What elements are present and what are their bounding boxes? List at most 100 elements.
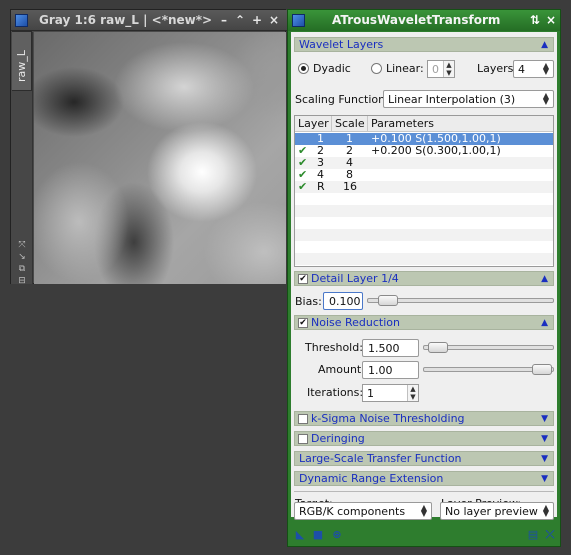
collapse-icon[interactable]: ▲ — [541, 316, 548, 330]
scaling-function-select[interactable]: Linear Interpolation (3) ▲ ▼ — [383, 90, 554, 108]
dialog-footer: ◣ ■ ⊕ ▤ ⤫ — [291, 528, 557, 544]
process-dialog: ATrousWaveletTransform ⇅ × Wavelet Layer… — [287, 9, 561, 547]
layers-label: Layers: — [477, 62, 518, 75]
amount-input[interactable]: 1.00 — [362, 361, 419, 379]
linear-spinbox[interactable]: 0 ▲ ▼ — [427, 60, 455, 78]
image-window-titlebar[interactable]: Gray 1:6 raw_L | <*new*> – ⌃ + × — [11, 10, 287, 31]
apply-icon[interactable]: ■ — [312, 529, 324, 541]
expand-icon[interactable]: ▼ — [541, 472, 548, 486]
section-deringing[interactable]: Deringing ▼ — [294, 431, 554, 446]
ksigma-checkbox[interactable] — [298, 414, 308, 424]
expand-icon[interactable]: ▼ — [541, 412, 548, 426]
noise-reduction-checkbox[interactable]: ✔ — [298, 318, 308, 328]
frame-icon[interactable]: ⊟ — [17, 276, 27, 286]
linear-label: Linear: — [386, 62, 424, 75]
iterations-value: 1 — [367, 387, 374, 400]
dialog-titlebar[interactable]: ATrousWaveletTransform ⇅ × — [288, 10, 560, 31]
threshold-slider-handle[interactable] — [428, 342, 448, 353]
divider — [294, 491, 554, 492]
threshold-input[interactable]: 1.500 — [362, 339, 419, 357]
empty-row — [295, 229, 553, 241]
column-header-scale[interactable]: Scale — [332, 116, 368, 132]
section-noise-reduction[interactable]: ✔ Noise Reduction ▲ — [294, 315, 554, 330]
dyadic-label: Dyadic — [313, 62, 351, 75]
linear-value: 0 — [432, 63, 439, 76]
layer-preview-value: No layer preview — [445, 505, 538, 518]
dialog-app-icon — [292, 14, 305, 27]
reset-icon[interactable]: ⤫ — [544, 529, 556, 541]
threshold-label: Threshold: — [305, 341, 363, 354]
shade-icon[interactable]: ⌃ — [233, 13, 247, 27]
table-row[interactable]: ✔ 2 2 +0.200 S(0.300,1.00,1) — [295, 145, 553, 157]
dyadic-radio[interactable] — [298, 63, 309, 74]
bias-label: Bias: — [295, 295, 322, 308]
section-dynamic-range[interactable]: Dynamic Range Extension ▼ — [294, 471, 554, 486]
scaling-function-label: Scaling Function: — [295, 93, 389, 106]
column-header-layer[interactable]: Layer — [295, 116, 332, 132]
section-wavelet-layers[interactable]: Wavelet Layers ▲ — [294, 37, 554, 52]
close-icon[interactable]: × — [267, 13, 281, 27]
collapse-icon[interactable]: ▲ — [541, 38, 548, 52]
new-instance-icon[interactable]: ◣ — [294, 529, 306, 541]
maximize-icon[interactable]: + — [250, 13, 264, 27]
target-value: RGB/K components — [299, 505, 406, 518]
dialog-title: ATrousWaveletTransform — [332, 13, 501, 27]
amount-slider-handle[interactable] — [532, 364, 552, 375]
updown-icon: ▲ ▼ — [542, 61, 549, 76]
threshold-value: 1.500 — [368, 342, 400, 355]
expand-icon[interactable]: ▼ — [541, 452, 548, 466]
section-title: Deringing — [311, 432, 365, 445]
section-ksigma[interactable]: k-Sigma Noise Thresholding ▼ — [294, 411, 554, 426]
window-app-icon — [15, 14, 28, 27]
row-scale: 16 — [343, 180, 357, 193]
iterations-spinbox[interactable]: 1 ▲ ▼ — [362, 384, 419, 402]
table-row[interactable]: ✔ 3 4 — [295, 157, 553, 169]
bias-slider-handle[interactable] — [378, 295, 398, 306]
spin-arrows-icon[interactable]: ▲ ▼ — [407, 385, 418, 401]
bias-value: 0.100 — [329, 295, 361, 308]
spin-arrows-icon[interactable]: ▲ ▼ — [443, 61, 454, 77]
section-title: k-Sigma Noise Thresholding — [311, 412, 465, 425]
updown-icon: ▲ ▼ — [420, 503, 427, 518]
empty-row — [295, 241, 553, 253]
section-title: Wavelet Layers — [299, 38, 384, 51]
section-title: Dynamic Range Extension — [299, 472, 444, 485]
deringing-checkbox[interactable] — [298, 434, 308, 444]
collapse-icon[interactable]: ▲ — [541, 272, 548, 286]
view-tab-raw-l[interactable]: raw_L — [12, 31, 32, 91]
documentation-icon[interactable]: ▤ — [527, 529, 539, 541]
table-row[interactable]: ✔ R 16 — [295, 181, 553, 193]
target-select[interactable]: RGB/K components ▲ ▼ — [294, 502, 432, 520]
link-icon[interactable]: ⧉ — [17, 264, 27, 274]
view-tab-label: raw_L — [15, 50, 28, 82]
empty-row — [295, 193, 553, 205]
updown-icon: ▲ ▼ — [542, 91, 549, 106]
table-row[interactable]: ✔ 4 8 — [295, 169, 553, 181]
layer-preview-select[interactable]: No layer preview ▲ ▼ — [440, 502, 554, 520]
close-icon[interactable]: × — [544, 13, 558, 27]
scaling-function-value: Linear Interpolation (3) — [388, 93, 516, 106]
linear-radio[interactable] — [371, 63, 382, 74]
arrow-icon[interactable]: ↘ — [17, 252, 27, 262]
shade-icon[interactable]: ⇅ — [528, 13, 542, 27]
expand-icon[interactable]: ▼ — [541, 432, 548, 446]
detail-layer-checkbox[interactable]: ✔ — [298, 274, 308, 284]
image-canvas[interactable] — [34, 32, 286, 284]
section-detail-layer[interactable]: ✔ Detail Layer 1/4 ▲ — [294, 271, 554, 286]
empty-row — [295, 253, 553, 265]
amount-value: 1.00 — [368, 364, 393, 377]
enabled-check-icon[interactable]: ✔ — [298, 181, 307, 193]
column-header-parameters[interactable]: Parameters — [368, 116, 553, 132]
real-time-preview-icon[interactable]: ⊕ — [331, 529, 343, 541]
section-title: Large-Scale Transfer Function — [299, 452, 462, 465]
section-title: Detail Layer 1/4 — [311, 272, 399, 285]
dialog-body: Wavelet Layers ▲ Dyadic Linear: 0 ▲ ▼ Lay… — [291, 32, 557, 517]
row-params: +0.200 S(0.300,1.00,1) — [371, 144, 501, 157]
layers-select[interactable]: 4 ▲ ▼ — [513, 60, 554, 78]
section-large-scale-transfer[interactable]: Large-Scale Transfer Function ▼ — [294, 451, 554, 466]
minimize-icon[interactable]: – — [217, 13, 231, 27]
pin-icon[interactable]: ⤧ — [17, 240, 27, 250]
empty-row — [295, 205, 553, 217]
layers-table[interactable]: Layer Scale Parameters 1 1 +0.100 S(1.50… — [294, 115, 554, 267]
bias-input[interactable]: 0.100 — [323, 292, 363, 310]
